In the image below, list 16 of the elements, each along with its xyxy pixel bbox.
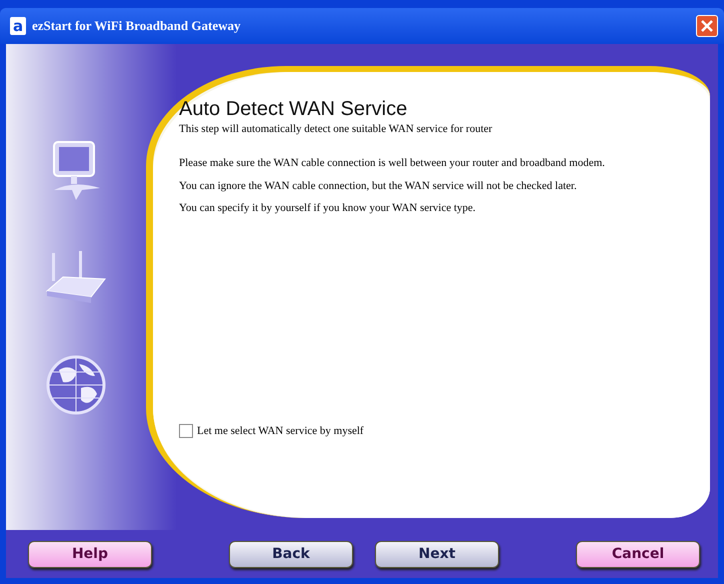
wizard-button[interactable]: Cancel: [576, 540, 700, 568]
instruction-text: You can ignore the WAN cable connection, but the WAN service will not be checked later.: [179, 180, 578, 192]
app-logo: a: [10, 17, 26, 35]
checkbox[interactable]: [179, 424, 193, 438]
wizard-button[interactable]: Back: [229, 540, 353, 568]
checkbox-label[interactable]: Let me select WAN service by myself: [197, 425, 364, 437]
window-title: ezStart for WiFi Broadband Gateway: [32, 18, 242, 34]
page-heading: Auto Detect WAN Service: [179, 98, 408, 121]
wizard-button[interactable]: Help: [28, 540, 152, 568]
instruction-text: Please make sure the WAN cable connection is well between your router and broadband modem.: [179, 157, 606, 170]
close-icon: [700, 19, 714, 33]
instruction-text: You can specify it by yourself if you know your WAN service type.: [179, 202, 477, 215]
wizard-button[interactable]: Next: [375, 540, 499, 568]
globe-icon: [45, 354, 107, 416]
page-subtitle: This step will automatically detect one suitable WAN service for router: [179, 123, 494, 135]
close-button[interactable]: [696, 15, 718, 37]
